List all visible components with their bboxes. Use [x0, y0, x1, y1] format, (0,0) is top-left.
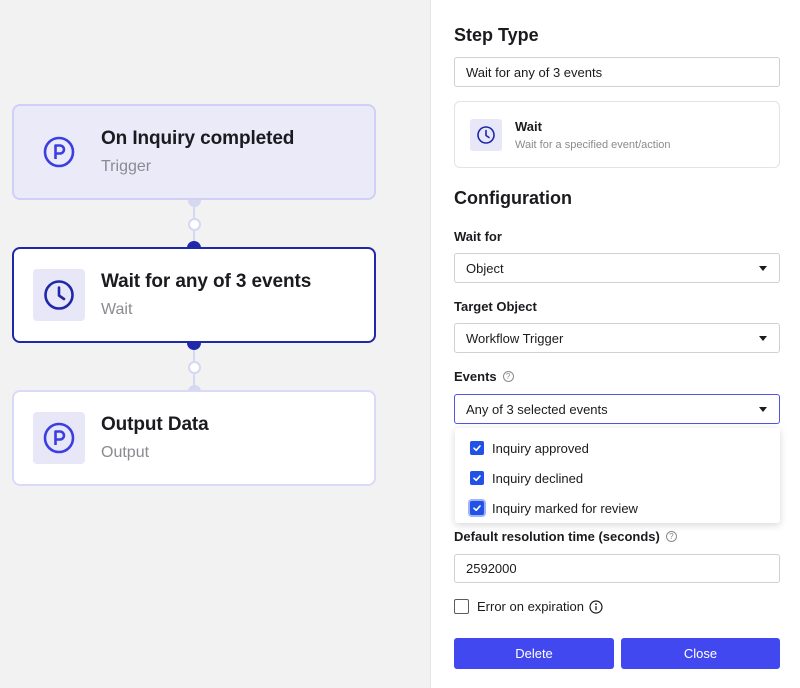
target-object-select[interactable]: Workflow Trigger [454, 323, 780, 353]
close-button[interactable]: Close [621, 638, 780, 669]
help-icon[interactable]: ? [502, 371, 514, 382]
events-dropdown: Inquiry approved Inquiry declined Inquir… [455, 428, 780, 523]
node-subtitle: Trigger [101, 158, 152, 175]
step-type-heading: Step Type [454, 25, 539, 45]
help-icon[interactable]: ? [665, 531, 677, 542]
persona-p-icon [43, 136, 75, 168]
node-wait[interactable]: Wait for any of 3 events Wait [12, 247, 376, 343]
error-on-expiration-checkbox[interactable] [454, 599, 469, 614]
wait-for-label: Wait for [454, 229, 502, 244]
node-subtitle: Wait [101, 301, 133, 318]
clock-icon [477, 125, 495, 144]
workflow-canvas: On Inquiry completed Trigger Wait for an… [0, 0, 430, 688]
delete-button[interactable]: Delete [454, 638, 614, 669]
target-object-label: Target Object [454, 299, 537, 314]
node-icon-box [33, 269, 85, 321]
step-type-icon-box [470, 118, 502, 151]
error-on-expiration-label: Error on expiration [477, 599, 584, 614]
events-label-row: Events ? [454, 369, 514, 384]
resolution-input[interactable]: 2592000 [454, 554, 780, 583]
checkbox-checked[interactable] [470, 441, 484, 455]
event-option-approved[interactable]: Inquiry approved [470, 439, 589, 457]
node-title: Wait for any of 3 events [101, 271, 312, 292]
event-option-label: Inquiry marked for review [492, 500, 638, 516]
persona-p-icon [43, 422, 75, 454]
checkbox-checked[interactable] [470, 501, 484, 515]
node-title: On Inquiry completed [101, 128, 295, 149]
events-value: Any of 3 selected events [466, 401, 608, 417]
event-option-marked-for-review[interactable]: Inquiry marked for review [470, 499, 638, 517]
connector-add-handle[interactable] [187, 217, 201, 231]
node-title: Output Data [101, 414, 209, 435]
caret-down-icon [759, 407, 767, 412]
event-option-label: Inquiry declined [492, 470, 584, 486]
clock-icon [44, 280, 74, 310]
node-subtitle: Output [101, 444, 150, 461]
step-type-name: Wait [515, 118, 542, 134]
event-option-label: Inquiry approved [492, 440, 589, 456]
caret-down-icon [759, 336, 767, 341]
resolution-label: Default resolution time (seconds) [454, 529, 660, 544]
check-icon [473, 475, 481, 482]
step-name-input[interactable]: Wait for any of 3 events [454, 57, 780, 87]
info-icon[interactable] [589, 599, 603, 614]
caret-down-icon [759, 266, 767, 271]
checkbox-checked[interactable] [470, 471, 484, 485]
event-option-declined[interactable]: Inquiry declined [470, 469, 583, 487]
target-object-value: Workflow Trigger [466, 330, 564, 346]
configuration-heading: Configuration [454, 188, 572, 208]
resolution-label-row: Default resolution time (seconds) ? [454, 529, 677, 544]
events-select[interactable]: Any of 3 selected events [454, 394, 780, 424]
node-icon-box [33, 412, 85, 464]
step-type-card[interactable]: Wait Wait for a specified event/action [454, 101, 780, 168]
wait-for-value: Object [466, 260, 504, 276]
node-icon-box [33, 126, 85, 178]
node-output[interactable]: Output Data Output [12, 390, 376, 486]
check-icon [473, 445, 481, 452]
error-on-expiration-row[interactable]: Error on expiration [454, 599, 603, 614]
step-config-panel: Step Type Wait for any of 3 events Wait … [430, 0, 800, 688]
events-label: Events [454, 369, 497, 384]
connector-add-handle[interactable] [187, 360, 201, 374]
step-type-description: Wait for a specified event/action [515, 138, 671, 151]
wait-for-select[interactable]: Object [454, 253, 780, 283]
node-trigger[interactable]: On Inquiry completed Trigger [12, 104, 376, 200]
check-icon [473, 505, 481, 512]
